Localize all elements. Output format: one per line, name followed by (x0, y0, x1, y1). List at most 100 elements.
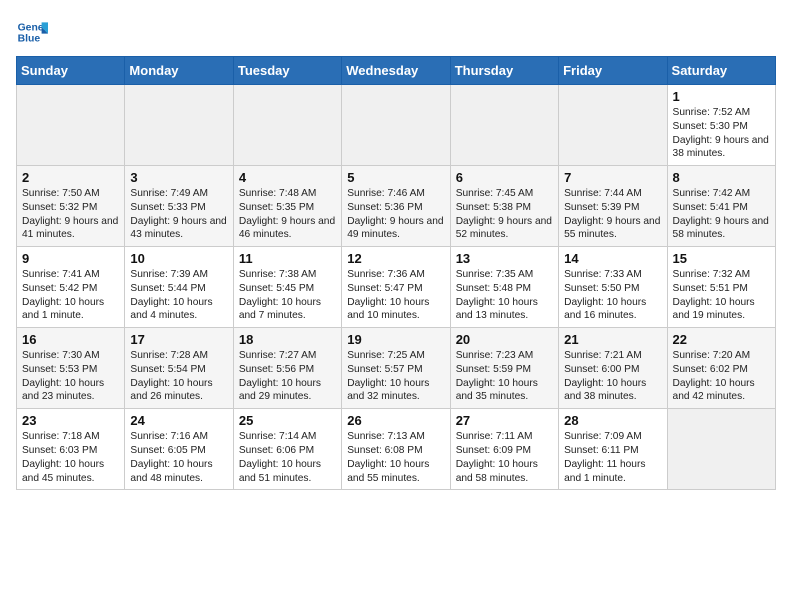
calendar-week-row: 1 Sunrise: 7:52 AM Sunset: 5:30 PM Daylig… (17, 85, 776, 166)
day-detail: Sunrise: 7:39 AM Sunset: 5:44 PM Dayligh… (130, 268, 227, 323)
day-detail: Sunrise: 7:35 AM Sunset: 5:48 PM Dayligh… (456, 268, 553, 323)
day-detail: Sunrise: 7:30 AM Sunset: 5:53 PM Dayligh… (22, 349, 119, 404)
day-detail: Sunrise: 7:23 AM Sunset: 5:59 PM Dayligh… (456, 349, 553, 404)
day-number: 8 (673, 170, 770, 185)
weekday-header: Saturday (667, 57, 775, 85)
calendar-cell (559, 85, 667, 166)
day-number: 5 (347, 170, 444, 185)
calendar-table: SundayMondayTuesdayWednesdayThursdayFrid… (16, 56, 776, 490)
day-number: 14 (564, 251, 661, 266)
day-detail: Sunrise: 7:11 AM Sunset: 6:09 PM Dayligh… (456, 430, 553, 485)
day-detail: Sunrise: 7:49 AM Sunset: 5:33 PM Dayligh… (130, 187, 227, 242)
calendar-week-row: 23 Sunrise: 7:18 AM Sunset: 6:03 PM Dayli… (17, 409, 776, 490)
weekday-header: Wednesday (342, 57, 450, 85)
calendar-cell: 17 Sunrise: 7:28 AM Sunset: 5:54 PM Dayli… (125, 328, 233, 409)
calendar-week-row: 9 Sunrise: 7:41 AM Sunset: 5:42 PM Daylig… (17, 247, 776, 328)
day-number: 20 (456, 332, 553, 347)
calendar-week-row: 16 Sunrise: 7:30 AM Sunset: 5:53 PM Dayli… (17, 328, 776, 409)
day-detail: Sunrise: 7:09 AM Sunset: 6:11 PM Dayligh… (564, 430, 661, 485)
calendar-cell: 7Sunrise: 7:44 AM Sunset: 5:39 PM Daylig… (559, 166, 667, 247)
calendar-cell: 24 Sunrise: 7:16 AM Sunset: 6:05 PM Dayli… (125, 409, 233, 490)
day-number: 16 (22, 332, 119, 347)
day-number: 17 (130, 332, 227, 347)
calendar-cell: 4 Sunrise: 7:48 AM Sunset: 5:35 PM Daylig… (233, 166, 341, 247)
calendar-cell: 6 Sunrise: 7:45 AM Sunset: 5:38 PM Daylig… (450, 166, 558, 247)
calendar-cell (342, 85, 450, 166)
calendar-cell: 18 Sunrise: 7:27 AM Sunset: 5:56 PM Dayli… (233, 328, 341, 409)
calendar-cell: 3 Sunrise: 7:49 AM Sunset: 5:33 PM Daylig… (125, 166, 233, 247)
day-detail: Sunrise: 7:21 AM Sunset: 6:00 PM Dayligh… (564, 349, 661, 404)
weekday-header: Monday (125, 57, 233, 85)
logo: General Blue (16, 16, 48, 48)
day-number: 15 (673, 251, 770, 266)
day-detail: Sunrise: 7:27 AM Sunset: 5:56 PM Dayligh… (239, 349, 336, 404)
day-number: 28 (564, 413, 661, 428)
calendar-cell: 12 Sunrise: 7:36 AM Sunset: 5:47 PM Dayli… (342, 247, 450, 328)
calendar-header-row: SundayMondayTuesdayWednesdayThursdayFrid… (17, 57, 776, 85)
calendar-cell (667, 409, 775, 490)
calendar-cell: 15 Sunrise: 7:32 AM Sunset: 5:51 PM Dayli… (667, 247, 775, 328)
day-detail: Sunrise: 7:28 AM Sunset: 5:54 PM Dayligh… (130, 349, 227, 404)
day-detail: Sunrise: 7:45 AM Sunset: 5:38 PM Dayligh… (456, 187, 553, 242)
calendar-cell: 21 Sunrise: 7:21 AM Sunset: 6:00 PM Dayli… (559, 328, 667, 409)
day-detail: Sunrise: 7:50 AM Sunset: 5:32 PM Dayligh… (22, 187, 119, 242)
calendar-cell: 27 Sunrise: 7:11 AM Sunset: 6:09 PM Dayli… (450, 409, 558, 490)
calendar-cell: 26Sunrise: 7:13 AM Sunset: 6:08 PM Dayli… (342, 409, 450, 490)
calendar-cell: 5 Sunrise: 7:46 AM Sunset: 5:36 PM Daylig… (342, 166, 450, 247)
day-number: 19 (347, 332, 444, 347)
weekday-header: Friday (559, 57, 667, 85)
day-detail: Sunrise: 7:32 AM Sunset: 5:51 PM Dayligh… (673, 268, 770, 323)
calendar-cell: 9 Sunrise: 7:41 AM Sunset: 5:42 PM Daylig… (17, 247, 125, 328)
calendar-week-row: 2 Sunrise: 7:50 AM Sunset: 5:32 PM Daylig… (17, 166, 776, 247)
day-number: 22 (673, 332, 770, 347)
logo-icon: General Blue (16, 16, 48, 48)
day-detail: Sunrise: 7:33 AM Sunset: 5:50 PM Dayligh… (564, 268, 661, 323)
day-number: 13 (456, 251, 553, 266)
day-detail: Sunrise: 7:44 AM Sunset: 5:39 PM Dayligh… (564, 187, 661, 242)
day-number: 21 (564, 332, 661, 347)
day-detail: Sunrise: 7:16 AM Sunset: 6:05 PM Dayligh… (130, 430, 227, 485)
day-number: 3 (130, 170, 227, 185)
calendar-cell (233, 85, 341, 166)
calendar-cell: 28 Sunrise: 7:09 AM Sunset: 6:11 PM Dayli… (559, 409, 667, 490)
day-number: 27 (456, 413, 553, 428)
calendar-cell (125, 85, 233, 166)
calendar-cell: 8 Sunrise: 7:42 AM Sunset: 5:41 PM Daylig… (667, 166, 775, 247)
calendar-cell (17, 85, 125, 166)
day-number: 9 (22, 251, 119, 266)
day-detail: Sunrise: 7:52 AM Sunset: 5:30 PM Dayligh… (673, 106, 770, 161)
page-header: General Blue (16, 16, 776, 48)
weekday-header: Tuesday (233, 57, 341, 85)
day-detail: Sunrise: 7:18 AM Sunset: 6:03 PM Dayligh… (22, 430, 119, 485)
calendar-cell: 22 Sunrise: 7:20 AM Sunset: 6:02 PM Dayli… (667, 328, 775, 409)
calendar-cell: 20 Sunrise: 7:23 AM Sunset: 5:59 PM Dayli… (450, 328, 558, 409)
day-number: 25 (239, 413, 336, 428)
day-number: 1 (673, 89, 770, 104)
calendar-cell: 23 Sunrise: 7:18 AM Sunset: 6:03 PM Dayli… (17, 409, 125, 490)
calendar-cell: 2 Sunrise: 7:50 AM Sunset: 5:32 PM Daylig… (17, 166, 125, 247)
day-detail: Sunrise: 7:20 AM Sunset: 6:02 PM Dayligh… (673, 349, 770, 404)
svg-text:Blue: Blue (18, 34, 41, 45)
day-number: 2 (22, 170, 119, 185)
calendar-cell: 25Sunrise: 7:14 AM Sunset: 6:06 PM Dayli… (233, 409, 341, 490)
calendar-cell: 16 Sunrise: 7:30 AM Sunset: 5:53 PM Dayli… (17, 328, 125, 409)
day-number: 24 (130, 413, 227, 428)
calendar-cell: 11 Sunrise: 7:38 AM Sunset: 5:45 PM Dayli… (233, 247, 341, 328)
day-detail: Sunrise: 7:42 AM Sunset: 5:41 PM Dayligh… (673, 187, 770, 242)
calendar-cell: 13 Sunrise: 7:35 AM Sunset: 5:48 PM Dayli… (450, 247, 558, 328)
day-number: 18 (239, 332, 336, 347)
weekday-header: Thursday (450, 57, 558, 85)
day-detail: Sunrise: 7:36 AM Sunset: 5:47 PM Dayligh… (347, 268, 444, 323)
calendar-cell: 19Sunrise: 7:25 AM Sunset: 5:57 PM Dayli… (342, 328, 450, 409)
day-number: 12 (347, 251, 444, 266)
day-number: 6 (456, 170, 553, 185)
day-number: 23 (22, 413, 119, 428)
day-number: 4 (239, 170, 336, 185)
day-detail: Sunrise: 7:48 AM Sunset: 5:35 PM Dayligh… (239, 187, 336, 242)
day-detail: Sunrise: 7:41 AM Sunset: 5:42 PM Dayligh… (22, 268, 119, 323)
day-detail: Sunrise: 7:46 AM Sunset: 5:36 PM Dayligh… (347, 187, 444, 242)
calendar-cell (450, 85, 558, 166)
day-number: 11 (239, 251, 336, 266)
day-number: 26 (347, 413, 444, 428)
day-detail: Sunrise: 7:38 AM Sunset: 5:45 PM Dayligh… (239, 268, 336, 323)
